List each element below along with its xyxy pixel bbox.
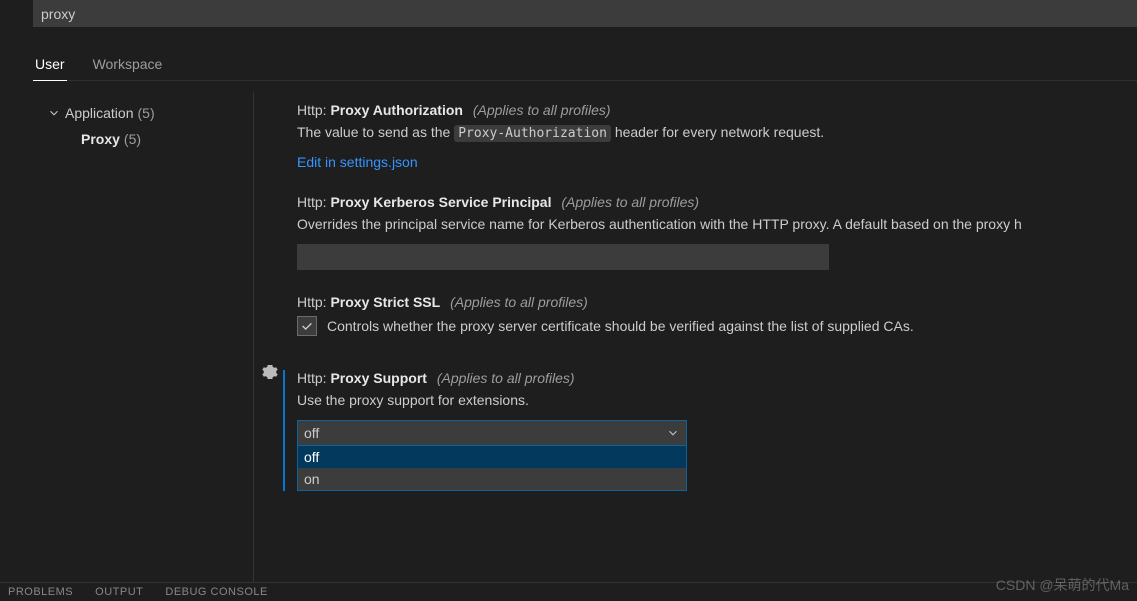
setting-description: Use the proxy support for extensions. [297, 390, 1117, 410]
active-indicator [283, 370, 285, 491]
kerberos-principal-input[interactable] [297, 244, 829, 270]
chevron-down-icon [666, 426, 680, 440]
settings-search-input[interactable]: proxy [33, 0, 1137, 27]
setting-scope: (Applies to all profiles) [473, 102, 611, 118]
setting-scope: (Applies to all profiles) [561, 194, 699, 210]
setting-category: Http: [297, 370, 327, 386]
setting-title: Http: Proxy Kerberos Service Principal (… [297, 194, 1117, 210]
divider [253, 92, 254, 601]
setting-proxy-kerberos: Http: Proxy Kerberos Service Principal (… [262, 182, 1137, 282]
tree-group-count: (5) [138, 105, 155, 121]
strict-ssl-checkbox[interactable] [297, 316, 317, 336]
setting-category: Http: [297, 194, 327, 210]
desc-post: header for every network request. [615, 124, 824, 140]
tab-user[interactable]: User [33, 50, 67, 81]
proxy-support-dropdown: off off on [297, 420, 687, 491]
setting-description: Overrides the principal service name for… [297, 214, 1117, 234]
tree-item-label: Proxy [81, 131, 120, 147]
panel-tab-problems[interactable]: Problems [8, 586, 73, 598]
tree-item-count: (5) [124, 131, 141, 147]
check-icon [300, 319, 314, 333]
setting-title: Http: Proxy Support (Applies to all prof… [297, 370, 1117, 386]
desc-pre: The value to send as the [297, 124, 454, 140]
setting-name: Proxy Support [330, 370, 426, 386]
setting-name: Proxy Strict SSL [330, 294, 440, 310]
settings-tree: Application (5) Proxy (5) [35, 100, 235, 152]
setting-scope: (Applies to all profiles) [450, 294, 588, 310]
setting-title: Http: Proxy Authorization (Applies to al… [297, 102, 1117, 118]
panel-tab-output[interactable]: Output [95, 586, 143, 598]
chevron-down-icon [47, 106, 61, 120]
dropdown-list: off on [297, 446, 687, 491]
setting-proxy-authorization: Http: Proxy Authorization (Applies to al… [262, 90, 1137, 182]
setting-title: Http: Proxy Strict SSL (Applies to all p… [297, 294, 1117, 310]
setting-description: Controls whether the proxy server certif… [327, 316, 914, 336]
tree-item-proxy[interactable]: Proxy (5) [35, 126, 235, 152]
setting-category: Http: [297, 102, 327, 118]
dropdown-option-on[interactable]: on [298, 468, 686, 490]
setting-proxy-strict-ssl: Http: Proxy Strict SSL (Applies to all p… [262, 282, 1137, 348]
code-chip: Proxy-Authorization [454, 125, 611, 142]
checkbox-row: Controls whether the proxy server certif… [297, 316, 1117, 336]
dropdown-button[interactable]: off [297, 420, 687, 446]
setting-name: Proxy Kerberos Service Principal [330, 194, 551, 210]
gear-icon[interactable] [262, 364, 278, 380]
setting-name: Proxy Authorization [330, 102, 463, 118]
setting-category: Http: [297, 294, 327, 310]
setting-proxy-support: Http: Proxy Support (Applies to all prof… [262, 348, 1137, 503]
bottom-panel: Problems Output Debug Console [0, 582, 1137, 601]
edit-in-settings-json-link[interactable]: Edit in settings.json [297, 154, 418, 170]
dropdown-option-off[interactable]: off [298, 446, 686, 468]
tree-group-application[interactable]: Application (5) [35, 100, 235, 126]
scope-tabs: User Workspace [33, 50, 1137, 81]
setting-scope: (Applies to all profiles) [437, 370, 575, 386]
tree-group-label: Application [65, 105, 134, 121]
dropdown-value: off [304, 425, 319, 441]
setting-description: The value to send as the Proxy-Authoriza… [297, 122, 1117, 144]
settings-content: Http: Proxy Authorization (Applies to al… [262, 90, 1137, 570]
panel-tab-debug-console[interactable]: Debug Console [165, 586, 267, 598]
tab-workspace[interactable]: Workspace [91, 50, 165, 80]
